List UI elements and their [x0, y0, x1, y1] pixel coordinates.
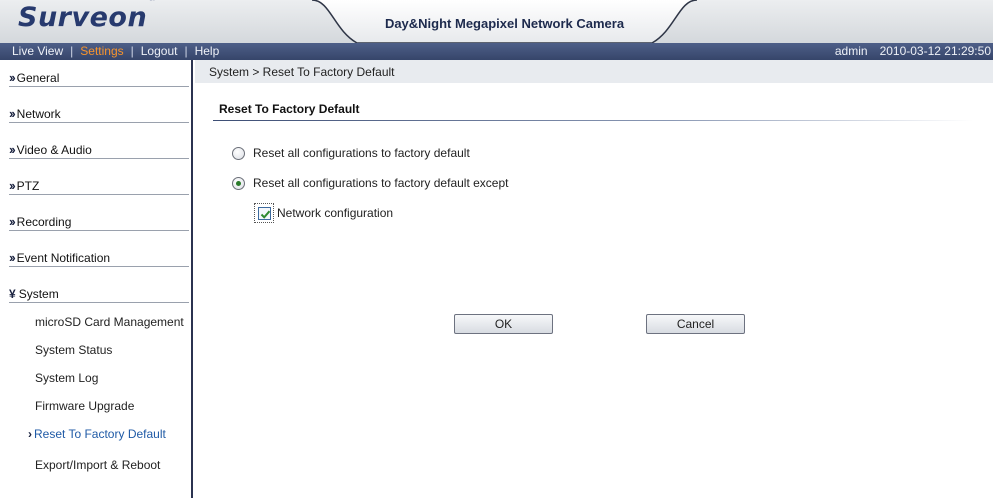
top-nav: Live View | Settings | Logout | Help admin 2010… [0, 43, 993, 60]
option-reset-except-label: Reset all configurations to factory defa… [253, 176, 509, 190]
sidebar-item-system-status[interactable]: System Status [35, 343, 112, 357]
double-chevron-right-icon: ›› [9, 214, 16, 229]
page-title: Reset To Factory Default [219, 102, 360, 116]
product-title: Day&Night Megapixel Network Camera [384, 16, 625, 31]
network-config-option[interactable]: Network configuration [254, 203, 393, 223]
datetime: 2010-03-12 21:29:50 [879, 44, 991, 58]
ok-button[interactable]: OK [454, 314, 553, 334]
session-info: admin 2010-03-12 21:29:50 [823, 43, 991, 60]
radio-reset-except[interactable] [232, 176, 245, 190]
sidebar-section-system[interactable]: ¥ System [9, 285, 189, 303]
sidebar: ›› General ›› Network ›› Video & Audio ›› PT… [0, 60, 193, 498]
network-config-checkbox[interactable] [257, 206, 271, 220]
cancel-button[interactable]: Cancel [646, 314, 745, 334]
checkbox-focus-ring [254, 203, 274, 223]
double-chevron-right-icon: ›› [9, 250, 16, 265]
header-bar: Surveon™ Day&Night Megapixel Network Cam… [0, 0, 993, 43]
double-chevron-right-icon: ›› [9, 106, 16, 121]
nav-logout[interactable]: Logout [141, 44, 178, 58]
double-chevron-down-icon: ¥ [9, 287, 16, 301]
double-chevron-right-icon: ›› [9, 142, 16, 157]
sidebar-section-ptz[interactable]: ›› PTZ [9, 177, 189, 195]
breadcrumb-bar: System > Reset To Factory Default [195, 60, 993, 83]
double-chevron-right-icon: ›› [9, 178, 16, 193]
sidebar-item-firmware-upgrade[interactable]: Firmware Upgrade [35, 399, 134, 413]
option-reset-except[interactable]: Reset all configurations to factory defa… [232, 175, 508, 191]
brand-logo: Surveon™ [18, 0, 157, 33]
nav-settings[interactable]: Settings [80, 44, 123, 58]
sidebar-section-recording[interactable]: ›› Recording [9, 213, 189, 231]
nav-live-view[interactable]: Live View [12, 44, 63, 58]
double-chevron-right-icon: ›› [9, 70, 16, 85]
sidebar-item-export-import-reboot[interactable]: Export/Import & Reboot [35, 458, 160, 472]
sidebar-section-network[interactable]: ›› Network [9, 105, 189, 123]
checkmark-icon [260, 210, 270, 219]
sidebar-item-reset-factory-default[interactable]: › Reset To Factory Default [28, 427, 166, 441]
breadcrumb: System > Reset To Factory Default [209, 65, 395, 79]
sidebar-section-event-notification[interactable]: ›› Event Notification [9, 249, 189, 267]
sidebar-item-microsd[interactable]: microSD Card Management [35, 315, 184, 329]
sidebar-section-video-audio[interactable]: ›› Video & Audio [9, 141, 189, 159]
product-title-tab: Day&Night Megapixel Network Camera [312, 0, 697, 43]
sidebar-section-general[interactable]: ›› General [9, 69, 189, 87]
username: admin [834, 44, 868, 58]
option-reset-all[interactable]: Reset all configurations to factory defa… [232, 145, 470, 161]
sidebar-item-system-log[interactable]: System Log [35, 371, 98, 385]
chevron-right-icon: › [28, 427, 32, 441]
radio-reset-all[interactable] [232, 146, 245, 160]
option-reset-all-label: Reset all configurations to factory defa… [253, 146, 470, 160]
network-config-label: Network configuration [277, 206, 394, 220]
nav-help[interactable]: Help [195, 44, 220, 58]
title-divider [213, 120, 973, 121]
